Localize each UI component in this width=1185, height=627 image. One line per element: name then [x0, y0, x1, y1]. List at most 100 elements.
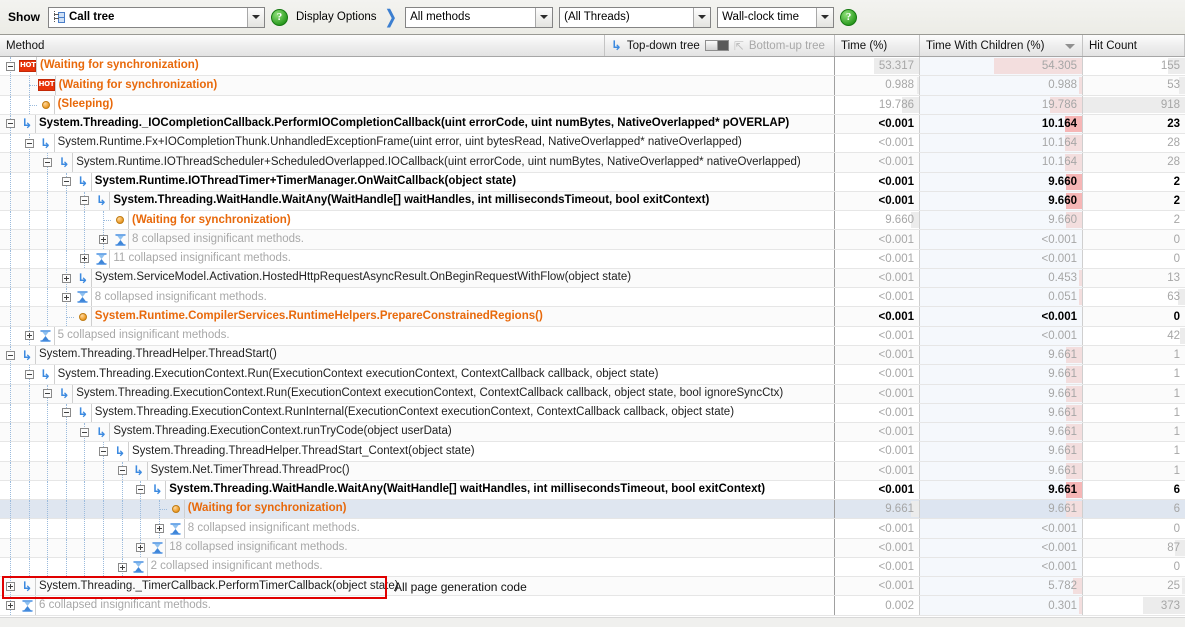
table-row[interactable]: ↳ System.Threading.WaitHandle.WaitAny(Wai…	[0, 480, 1185, 501]
cell-method[interactable]: 6 collapsed insignificant methods.	[0, 596, 835, 615]
table-row[interactable]: (Waiting for synchronization) 9.661 9.661 6	[0, 500, 1185, 520]
table-row[interactable]: HOT (Waiting for synchronization) 0.988 0.9…	[0, 76, 1185, 96]
table-row[interactable]: HOT (Waiting for synchronization) 53.317 54…	[0, 57, 1185, 77]
table-row[interactable]: (Waiting for synchronization) 9.660 9.660 2	[0, 211, 1185, 231]
cell-method[interactable]: 8 collapsed insignificant methods.	[0, 230, 835, 249]
table-row[interactable]: 5 collapsed insignificant methods. <0.001…	[0, 326, 1185, 346]
tree-direction-switch[interactable]	[704, 40, 729, 51]
table-row[interactable]: ↳ System.Runtime.IOThreadTimer+TimerManag…	[0, 172, 1185, 192]
collapse-node-button[interactable]	[136, 485, 146, 495]
cell-method[interactable]: ↳ System.Threading.WaitHandle.WaitAny(Wai…	[0, 191, 835, 211]
cell-method[interactable]: System.Runtime.CompilerServices.RuntimeH…	[0, 307, 835, 326]
cell-method[interactable]: ↳ System.Threading.ExecutionContext.Run(E…	[0, 384, 835, 403]
collapse-node-button[interactable]	[43, 157, 53, 167]
cell-method[interactable]: (Waiting for synchronization)	[0, 500, 835, 519]
cell-method[interactable]: ↳ System.Runtime.IOThreadScheduler+Schedu…	[0, 153, 835, 172]
expand-node-button[interactable]	[80, 254, 90, 264]
table-row[interactable]: System.Runtime.CompilerServices.RuntimeH…	[0, 307, 1185, 327]
table-row[interactable]: 8 collapsed insignificant methods. <0.001…	[0, 230, 1185, 250]
cell-method[interactable]: ↳ System.Threading.ExecutionContext.RunIn…	[0, 403, 835, 423]
cell-method[interactable]: 2 collapsed insignificant methods.	[0, 557, 835, 577]
table-row[interactable]: ↳ System.Runtime.IOThreadScheduler+Schedu…	[0, 153, 1185, 173]
expand-node-button[interactable]	[6, 601, 15, 611]
chevron-down-icon[interactable]	[247, 7, 264, 27]
cell-method[interactable]: ↳ System.Threading.ThreadHelper.ThreadSta…	[0, 345, 835, 365]
collapse-node-button[interactable]	[80, 196, 90, 206]
table-row[interactable]: ↳ System.Threading.ThreadHelper.ThreadSta…	[0, 345, 1185, 366]
call-tree-grid[interactable]: HOT (Waiting for synchronization) 53.317 54…	[0, 57, 1185, 627]
column-header-time[interactable]: Time (%)	[835, 35, 920, 56]
cell-method[interactable]: 8 collapsed insignificant methods.	[0, 519, 835, 538]
help-icon[interactable]: ?	[271, 8, 288, 26]
tree-direction-toggle[interactable]: ↳ Top-down tree ⇱ Bottom-up tree	[605, 35, 835, 56]
cell-method[interactable]: HOT (Waiting for synchronization)	[0, 76, 835, 95]
cell-method[interactable]: 11 collapsed insignificant methods.	[0, 249, 835, 268]
collapse-node-button[interactable]	[6, 61, 15, 71]
chevron-down-icon[interactable]	[816, 7, 834, 27]
table-row[interactable]: ↳ System.Runtime.Fx+IOCompletionThunk.Unh…	[0, 134, 1185, 154]
show-mode-combobox[interactable]: Call tree	[48, 6, 265, 28]
collapse-node-button[interactable]	[24, 369, 34, 379]
cell-method[interactable]: (Sleeping)	[0, 95, 835, 114]
cell-method[interactable]: ↳ System.Threading.WaitHandle.WaitAny(Wai…	[0, 480, 835, 500]
cell-method[interactable]: 8 collapsed insignificant methods.	[0, 288, 835, 307]
cell-method[interactable]: (Waiting for synchronization)	[0, 211, 835, 230]
collapse-node-button[interactable]	[61, 177, 71, 187]
expand-node-button[interactable]	[61, 292, 71, 302]
collapse-node-button[interactable]	[99, 446, 108, 456]
double-chevron-right-icon[interactable]: ❯	[383, 8, 400, 27]
cell-method[interactable]: HOT (Waiting for synchronization)	[0, 57, 835, 76]
collapse-node-button[interactable]	[117, 466, 127, 476]
table-row[interactable]: 18 collapsed insignificant methods. <0.00…	[0, 538, 1185, 558]
table-row[interactable]: ↳ System.Threading._TimerCallback.Perform…	[0, 577, 1185, 597]
expand-node-button[interactable]	[61, 273, 71, 283]
table-row[interactable]: (Sleeping) 19.786 19.786 918	[0, 95, 1185, 115]
expand-node-button[interactable]	[117, 562, 127, 572]
table-row[interactable]: ↳ System.Threading.ThreadHelper.ThreadSta…	[0, 442, 1185, 462]
chevron-down-icon[interactable]	[535, 7, 553, 27]
table-row[interactable]: ↳ System.Threading.ExecutionContext.RunIn…	[0, 403, 1185, 424]
expand-node-button[interactable]	[136, 543, 146, 553]
cell-method[interactable]: ↳ System.Threading.ThreadHelper.ThreadSta…	[0, 442, 835, 461]
table-row[interactable]: 2 collapsed insignificant methods. <0.001…	[0, 557, 1185, 578]
cell-method[interactable]: ↳ System.Threading._IOCompletionCallback.…	[0, 114, 835, 134]
collapse-node-button[interactable]	[43, 389, 53, 399]
cell-method[interactable]: ↳ System.Threading.ExecutionContext.Run(E…	[0, 365, 835, 384]
clock-mode-combobox[interactable]: Wall-clock time	[717, 6, 835, 28]
collapse-node-button[interactable]	[61, 408, 71, 418]
table-row[interactable]: ↳ System.Threading.ExecutionContext.runTr…	[0, 423, 1185, 443]
column-header-method[interactable]: Method	[0, 35, 605, 56]
table-row[interactable]: ↳ System.ServiceModel.Activation.HostedHt…	[0, 268, 1185, 289]
table-row[interactable]: ↳ System.Threading.WaitHandle.WaitAny(Wai…	[0, 191, 1185, 212]
cell-method[interactable]: ↳ System.Runtime.Fx+IOCompletionThunk.Unh…	[0, 134, 835, 153]
column-header-hit-count[interactable]: Hit Count	[1083, 35, 1185, 56]
cell-method[interactable]: ↳ System.Net.TimerThread.ThreadProc()	[0, 461, 835, 480]
cell-method[interactable]: ↳ System.Threading.ExecutionContext.runTr…	[0, 423, 835, 442]
chevron-down-icon[interactable]	[693, 7, 711, 27]
collapse-node-button[interactable]	[6, 119, 15, 129]
cell-method[interactable]: 18 collapsed insignificant methods.	[0, 538, 835, 557]
methods-filter-combobox[interactable]: All methods	[405, 6, 554, 28]
table-row[interactable]: 11 collapsed insignificant methods. <0.00…	[0, 249, 1185, 269]
expand-node-button[interactable]	[154, 524, 164, 533]
collapse-node-button[interactable]	[6, 350, 15, 360]
cell-method[interactable]: ↳ System.ServiceModel.Activation.HostedHt…	[0, 268, 835, 288]
cell-method[interactable]: ↳ System.Runtime.IOThreadTimer+TimerManag…	[0, 172, 835, 191]
expand-node-button[interactable]	[99, 235, 108, 245]
table-row[interactable]: ↳ System.Threading.ExecutionContext.Run(E…	[0, 384, 1185, 404]
collapse-node-button[interactable]	[80, 427, 90, 437]
table-row[interactable]: ↳ System.Threading.ExecutionContext.Run(E…	[0, 365, 1185, 385]
collapse-node-button[interactable]	[24, 138, 34, 148]
expand-node-button[interactable]	[24, 331, 34, 341]
threads-filter-combobox[interactable]: (All Threads)	[559, 6, 712, 28]
table-row[interactable]: ↳ System.Threading._IOCompletionCallback.…	[0, 114, 1185, 135]
table-row[interactable]: 8 collapsed insignificant methods. <0.001…	[0, 288, 1185, 308]
table-row[interactable]: 8 collapsed insignificant methods. <0.001…	[0, 519, 1185, 539]
cell-time-with-children-value: <0.001	[1041, 252, 1078, 265]
cell-method[interactable]: 5 collapsed insignificant methods.	[0, 326, 835, 345]
expand-node-button[interactable]	[6, 581, 15, 591]
table-row[interactable]: 6 collapsed insignificant methods. 0.002 0…	[0, 596, 1185, 616]
column-header-time-with-children[interactable]: Time With Children (%)	[920, 35, 1083, 56]
help-icon-secondary[interactable]: ?	[840, 8, 858, 26]
table-row[interactable]: ↳ System.Net.TimerThread.ThreadProc() <0.0…	[0, 461, 1185, 481]
